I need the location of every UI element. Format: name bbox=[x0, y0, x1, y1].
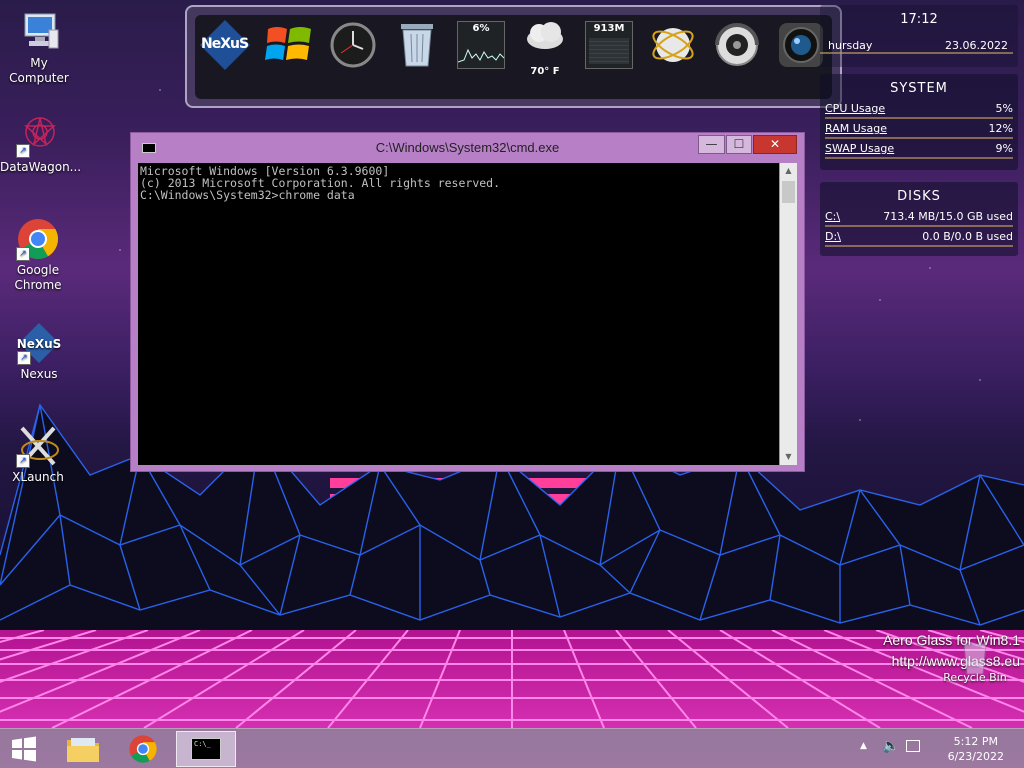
shortcut-arrow-icon: ↗ bbox=[16, 454, 30, 468]
desktop-icon-nexus[interactable]: NeXuS ↗ Nexus bbox=[1, 321, 77, 382]
nexus-dock: NeXuS 6% 70° F 913M bbox=[185, 5, 842, 108]
close-button[interactable]: ✕ bbox=[753, 135, 797, 154]
ram-usage-value: 12% bbox=[988, 122, 1013, 135]
recycle-bin-icon bbox=[963, 643, 987, 675]
computer-icon bbox=[17, 10, 61, 54]
chrome-icon: ↗ bbox=[16, 217, 60, 261]
system-tray: ▲ 🔈 5:12 PM 6/23/2022 bbox=[854, 729, 1024, 768]
cmd-console-output[interactable]: Microsoft Windows [Version 6.3.9600] (c) … bbox=[138, 163, 779, 465]
start-button[interactable] bbox=[0, 731, 48, 767]
dock-item-clock[interactable] bbox=[325, 17, 381, 73]
widget-day: hursday bbox=[828, 39, 873, 52]
disk-d-label[interactable]: D:\ bbox=[825, 230, 841, 243]
disks-widget-title: DISKS bbox=[897, 189, 941, 204]
memory-meter-value: 913M bbox=[593, 23, 625, 34]
taskbar-clock[interactable]: 5:12 PM 6/23/2022 bbox=[948, 734, 1004, 764]
trash-icon bbox=[401, 24, 433, 67]
cpu-usage-row: CPU Usage 5% bbox=[825, 99, 1013, 119]
cmd-window[interactable]: C:\Windows\System32\cmd.exe — ☐ ✕ Micros… bbox=[130, 132, 805, 472]
desktop-icon-datawagon[interactable]: ↗ DataWagon... bbox=[0, 114, 82, 175]
disk-c-value: 713.4 MB/15.0 GB used bbox=[883, 210, 1013, 223]
dock-item-cpu-meter[interactable]: 6% bbox=[453, 17, 509, 73]
chrome-icon bbox=[129, 735, 157, 763]
nexus-logo-text: NeXuS bbox=[201, 36, 249, 52]
ram-usage-row: RAM Usage 12% bbox=[825, 119, 1013, 139]
desktop-icon-label: My Computer bbox=[9, 56, 69, 85]
dock-item-windows[interactable] bbox=[261, 17, 317, 73]
memory-meter-gauge: 913M bbox=[585, 21, 633, 69]
taskbar-time: 5:12 PM bbox=[953, 735, 998, 748]
speaker-icon bbox=[715, 23, 759, 66]
desktop-icon-recycle-bin[interactable]: Recycle Bin bbox=[940, 640, 1010, 684]
nexus-icon: NeXuS ↗ bbox=[17, 321, 61, 365]
dock-item-network[interactable] bbox=[645, 17, 701, 73]
dock-item-weather[interactable]: 70° F bbox=[517, 17, 573, 77]
console-prompt-line: C:\Windows\System32>chrome data bbox=[140, 188, 355, 202]
taskbar: C:\_ ▲ 🔈 5:12 PM 6/23/2022 bbox=[0, 728, 1024, 768]
dock-item-media-player[interactable] bbox=[709, 17, 765, 73]
volume-muted-icon[interactable]: 🔈 bbox=[882, 738, 899, 754]
taskbar-chrome[interactable] bbox=[113, 731, 173, 767]
cmd-scrollbar[interactable]: ▲ ▼ bbox=[780, 163, 797, 465]
cmd-taskbar-icon: C:\_ bbox=[191, 738, 221, 760]
cpu-meter-gauge: 6% bbox=[457, 21, 505, 69]
shortcut-arrow-icon: ↗ bbox=[17, 351, 31, 365]
widget-time: 17:12 bbox=[900, 12, 938, 27]
clock-widget: 17:12 hursday 23.06.2022 bbox=[820, 5, 1018, 67]
network-icon[interactable] bbox=[906, 740, 920, 752]
dock-item-recycle-bin[interactable] bbox=[389, 17, 445, 73]
dock-item-memory-meter[interactable]: 913M bbox=[581, 17, 637, 73]
maximize-button[interactable]: ☐ bbox=[726, 135, 752, 154]
disk-d-value: 0.0 B/0.0 B used bbox=[922, 230, 1013, 243]
scroll-up-arrow-icon[interactable]: ▲ bbox=[780, 163, 797, 179]
ram-usage-label[interactable]: RAM Usage bbox=[825, 122, 887, 135]
taskbar-date: 6/23/2022 bbox=[947, 750, 1004, 763]
disk-c-row: C:\ 713.4 MB/15.0 GB used bbox=[825, 207, 1013, 227]
taskbar-cmd[interactable]: C:\_ bbox=[176, 731, 236, 767]
cmd-titlebar[interactable]: C:\Windows\System32\cmd.exe — ☐ ✕ bbox=[131, 133, 804, 161]
swap-usage-label[interactable]: SWAP Usage bbox=[825, 142, 894, 155]
desktop-icon-label: Nexus bbox=[20, 367, 58, 381]
system-widget: SYSTEM CPU Usage 5% RAM Usage 12% SWAP Usa… bbox=[820, 74, 1018, 170]
disk-c-label[interactable]: C:\ bbox=[825, 210, 840, 223]
cpu-usage-value: 5% bbox=[995, 102, 1013, 115]
shortcut-arrow-icon: ↗ bbox=[16, 144, 30, 158]
taskbar-file-explorer[interactable] bbox=[53, 731, 113, 767]
cpu-usage-label[interactable]: CPU Usage bbox=[825, 102, 885, 115]
xlaunch-icon: ↗ bbox=[16, 424, 60, 468]
swap-usage-value: 9% bbox=[995, 142, 1013, 155]
cpu-meter-value: 6% bbox=[472, 23, 490, 34]
globe-network-icon bbox=[652, 28, 694, 62]
windows-start-icon bbox=[12, 736, 36, 762]
clock-icon bbox=[330, 22, 376, 68]
desktop-icon-xlaunch[interactable]: ↗ XLaunch bbox=[0, 424, 76, 485]
desktop-icon-google-chrome[interactable]: ↗ Google Chrome bbox=[0, 217, 76, 293]
system-widget-title: SYSTEM bbox=[890, 81, 948, 96]
desktop-icon-label: DataWagon... bbox=[0, 160, 82, 174]
weather-temp: 70° F bbox=[530, 66, 560, 77]
windows-logo-icon bbox=[265, 27, 311, 60]
desktop-icon-label: Google Chrome bbox=[14, 263, 62, 292]
wallpaper-grid-floor bbox=[0, 630, 1024, 728]
dock-item-nexus[interactable]: NeXuS bbox=[197, 17, 253, 73]
shortcut-arrow-icon: ↗ bbox=[16, 247, 30, 261]
camera-lens-icon bbox=[779, 23, 823, 67]
scroll-thumb[interactable] bbox=[782, 181, 795, 203]
swap-usage-row: SWAP Usage 9% bbox=[825, 139, 1013, 159]
desktop-icon-label: XLaunch bbox=[12, 470, 64, 484]
disks-widget: DISKS C:\ 713.4 MB/15.0 GB used D:\ 0.0 B/… bbox=[820, 182, 1018, 256]
widget-date: 23.06.2022 bbox=[945, 39, 1008, 52]
show-hidden-icons-chevron-icon[interactable]: ▲ bbox=[860, 741, 867, 751]
cloud-weather-icon bbox=[527, 22, 563, 49]
minimize-button[interactable]: — bbox=[698, 135, 725, 154]
folder-icon bbox=[67, 738, 99, 762]
scroll-down-arrow-icon[interactable]: ▼ bbox=[780, 449, 797, 465]
datawagon-icon: ↗ bbox=[16, 114, 60, 158]
desktop-icon-my-computer[interactable]: My Computer bbox=[1, 10, 77, 86]
disk-d-row: D:\ 0.0 B/0.0 B used bbox=[825, 227, 1013, 247]
svg-text:NeXuS: NeXuS bbox=[17, 337, 61, 351]
